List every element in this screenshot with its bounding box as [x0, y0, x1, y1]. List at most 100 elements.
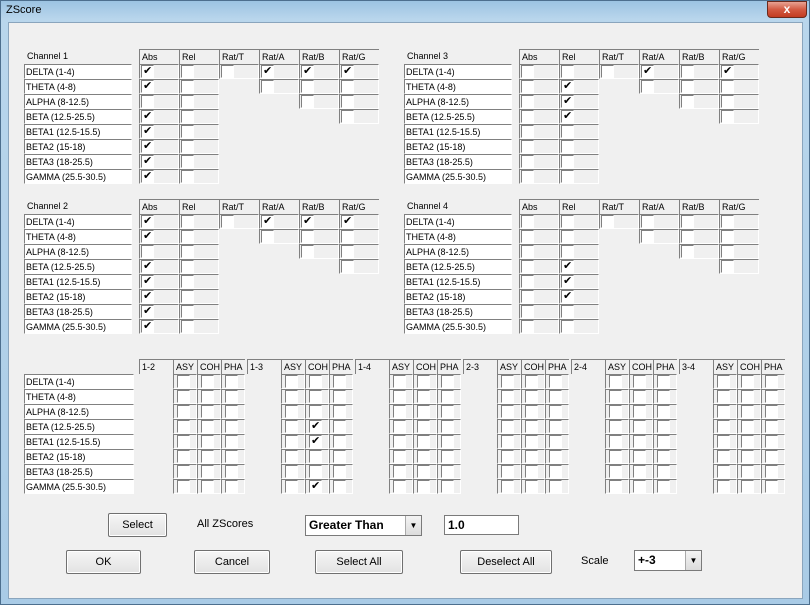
- abs-checkbox[interactable]: [141, 124, 154, 138]
- pair-coh-checkbox[interactable]: [633, 375, 646, 388]
- ratio-checkbox[interactable]: [641, 80, 654, 93]
- pair-pha-checkbox[interactable]: [549, 465, 562, 478]
- ratio-checkbox[interactable]: [301, 95, 314, 108]
- abs-checkbox[interactable]: [521, 320, 534, 333]
- abs-checkbox[interactable]: [141, 304, 154, 318]
- pair-pha-checkbox[interactable]: [225, 450, 238, 463]
- pair-pha-checkbox[interactable]: [225, 465, 238, 478]
- pair-coh-checkbox[interactable]: [525, 465, 538, 478]
- comparison-dropdown[interactable]: Greater Than ▼: [305, 515, 422, 536]
- abs-checkbox[interactable]: [521, 110, 534, 123]
- pair-pha-checkbox[interactable]: [549, 450, 562, 463]
- pair-coh-checkbox[interactable]: [309, 450, 322, 463]
- rel-checkbox[interactable]: [181, 110, 194, 123]
- pair-asy-checkbox[interactable]: [717, 420, 730, 433]
- pair-coh-checkbox[interactable]: [309, 405, 322, 418]
- ratio-checkbox[interactable]: [341, 64, 354, 78]
- abs-checkbox[interactable]: [521, 305, 534, 318]
- pair-pha-checkbox[interactable]: [441, 450, 454, 463]
- pair-asy-checkbox[interactable]: [393, 465, 406, 478]
- pair-coh-checkbox[interactable]: [525, 480, 538, 493]
- pair-coh-checkbox[interactable]: [633, 435, 646, 448]
- chevron-down-icon[interactable]: ▼: [405, 516, 421, 535]
- pair-pha-checkbox[interactable]: [657, 450, 670, 463]
- pair-coh-checkbox[interactable]: [633, 390, 646, 403]
- pair-pha-checkbox[interactable]: [333, 420, 346, 433]
- pair-asy-checkbox[interactable]: [177, 450, 190, 463]
- rel-checkbox[interactable]: [181, 80, 194, 93]
- abs-checkbox[interactable]: [141, 109, 154, 123]
- pair-pha-checkbox[interactable]: [333, 390, 346, 403]
- pair-pha-checkbox[interactable]: [333, 450, 346, 463]
- pair-pha-checkbox[interactable]: [657, 465, 670, 478]
- pair-coh-checkbox[interactable]: [741, 375, 754, 388]
- ratio-checkbox[interactable]: [721, 95, 734, 108]
- pair-coh-checkbox[interactable]: [309, 419, 322, 433]
- abs-checkbox[interactable]: [521, 170, 534, 183]
- rel-checkbox[interactable]: [561, 140, 574, 153]
- pair-pha-checkbox[interactable]: [441, 375, 454, 388]
- pair-asy-checkbox[interactable]: [501, 405, 514, 418]
- abs-checkbox[interactable]: [141, 95, 154, 108]
- ratio-checkbox[interactable]: [301, 80, 314, 93]
- pair-coh-checkbox[interactable]: [201, 450, 214, 463]
- pair-asy-checkbox[interactable]: [393, 405, 406, 418]
- abs-checkbox[interactable]: [521, 230, 534, 243]
- pair-asy-checkbox[interactable]: [285, 435, 298, 448]
- pair-coh-checkbox[interactable]: [633, 405, 646, 418]
- ratio-checkbox[interactable]: [721, 230, 734, 243]
- rel-checkbox[interactable]: [181, 125, 194, 138]
- ratio-checkbox[interactable]: [721, 245, 734, 258]
- pair-asy-checkbox[interactable]: [177, 435, 190, 448]
- ratio-checkbox[interactable]: [721, 80, 734, 93]
- pair-coh-checkbox[interactable]: [201, 435, 214, 448]
- abs-checkbox[interactable]: [521, 215, 534, 228]
- pair-coh-checkbox[interactable]: [309, 434, 322, 448]
- pair-coh-checkbox[interactable]: [633, 420, 646, 433]
- pair-coh-checkbox[interactable]: [525, 405, 538, 418]
- pair-asy-checkbox[interactable]: [717, 435, 730, 448]
- pair-asy-checkbox[interactable]: [717, 450, 730, 463]
- pair-asy-checkbox[interactable]: [177, 420, 190, 433]
- pair-coh-checkbox[interactable]: [417, 390, 430, 403]
- abs-checkbox[interactable]: [141, 289, 154, 303]
- pair-pha-checkbox[interactable]: [333, 405, 346, 418]
- abs-checkbox[interactable]: [141, 229, 154, 243]
- rel-checkbox[interactable]: [561, 245, 574, 258]
- pair-coh-checkbox[interactable]: [741, 405, 754, 418]
- pair-asy-checkbox[interactable]: [501, 390, 514, 403]
- pair-asy-checkbox[interactable]: [609, 450, 622, 463]
- pair-pha-checkbox[interactable]: [333, 480, 346, 493]
- pair-asy-checkbox[interactable]: [717, 405, 730, 418]
- pair-pha-checkbox[interactable]: [657, 390, 670, 403]
- pair-pha-checkbox[interactable]: [765, 420, 778, 433]
- pair-pha-checkbox[interactable]: [333, 435, 346, 448]
- pair-pha-checkbox[interactable]: [225, 405, 238, 418]
- pair-pha-checkbox[interactable]: [225, 390, 238, 403]
- pair-coh-checkbox[interactable]: [417, 420, 430, 433]
- rel-checkbox[interactable]: [561, 170, 574, 183]
- pair-asy-checkbox[interactable]: [177, 390, 190, 403]
- ratio-checkbox[interactable]: [721, 260, 734, 273]
- rel-checkbox[interactable]: [561, 259, 574, 273]
- abs-checkbox[interactable]: [521, 245, 534, 258]
- pair-coh-checkbox[interactable]: [633, 450, 646, 463]
- rel-checkbox[interactable]: [561, 230, 574, 243]
- pair-coh-checkbox[interactable]: [417, 480, 430, 493]
- pair-pha-checkbox[interactable]: [225, 435, 238, 448]
- pair-asy-checkbox[interactable]: [717, 480, 730, 493]
- pair-coh-checkbox[interactable]: [525, 390, 538, 403]
- pair-coh-checkbox[interactable]: [741, 435, 754, 448]
- ratio-checkbox[interactable]: [721, 215, 734, 228]
- pair-asy-checkbox[interactable]: [285, 465, 298, 478]
- pair-coh-checkbox[interactable]: [525, 420, 538, 433]
- rel-checkbox[interactable]: [181, 95, 194, 108]
- rel-checkbox[interactable]: [561, 109, 574, 123]
- pair-asy-checkbox[interactable]: [609, 375, 622, 388]
- pair-pha-checkbox[interactable]: [657, 405, 670, 418]
- pair-pha-checkbox[interactable]: [549, 390, 562, 403]
- pair-coh-checkbox[interactable]: [309, 375, 322, 388]
- pair-coh-checkbox[interactable]: [417, 375, 430, 388]
- ratio-checkbox[interactable]: [341, 245, 354, 258]
- threshold-input[interactable]: 1.0: [444, 515, 519, 535]
